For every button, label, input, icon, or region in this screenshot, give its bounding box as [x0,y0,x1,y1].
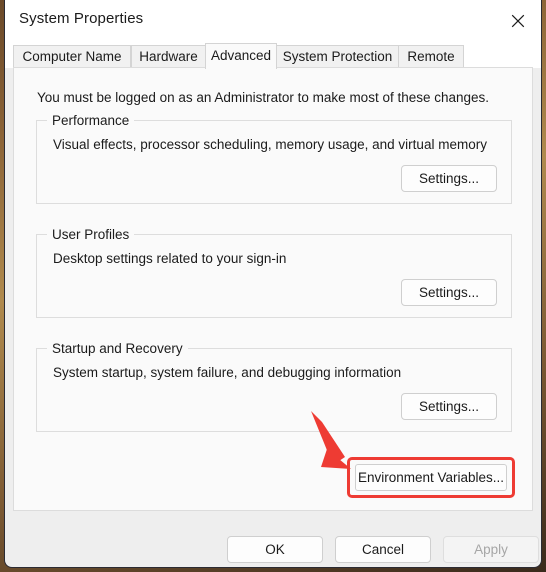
cancel-button[interactable]: Cancel [335,536,431,563]
tab-computer-name[interactable]: Computer Name [13,45,131,68]
tab-hardware[interactable]: Hardware [131,45,206,68]
tab-strip: Computer Name Hardware Advanced System P… [5,41,541,69]
performance-group: Performance Visual effects, processor sc… [36,113,512,204]
startup-recovery-settings-button[interactable]: Settings... [401,393,497,420]
performance-description: Visual effects, processor scheduling, me… [53,137,487,152]
user-profiles-group: User Profiles Desktop settings related t… [36,227,512,318]
environment-variables-button[interactable]: Environment Variables... [355,464,507,491]
startup-recovery-description: System startup, system failure, and debu… [53,365,402,380]
user-profiles-settings-button[interactable]: Settings... [401,279,497,306]
close-icon [510,13,526,29]
tab-advanced[interactable]: Advanced [205,43,277,69]
system-properties-window: System Properties Computer Name Hardware… [4,0,542,568]
close-button[interactable] [495,0,541,41]
startup-recovery-group: Startup and Recovery System startup, sys… [36,341,512,432]
advanced-tab-panel: You must be logged on as an Administrato… [13,67,533,511]
user-profiles-group-legend: User Profiles [47,227,135,242]
apply-button: Apply [443,536,539,563]
administrator-note: You must be logged on as an Administrato… [37,90,490,105]
ok-button[interactable]: OK [227,536,323,563]
tab-remote[interactable]: Remote [398,45,464,68]
user-profiles-description: Desktop settings related to your sign-in [53,251,287,266]
performance-group-legend: Performance [47,113,135,128]
title-bar: System Properties [5,0,541,41]
startup-recovery-group-legend: Startup and Recovery [47,341,188,356]
performance-settings-button[interactable]: Settings... [401,165,497,192]
tab-system-protection[interactable]: System Protection [276,45,399,68]
window-title: System Properties [19,10,144,27]
